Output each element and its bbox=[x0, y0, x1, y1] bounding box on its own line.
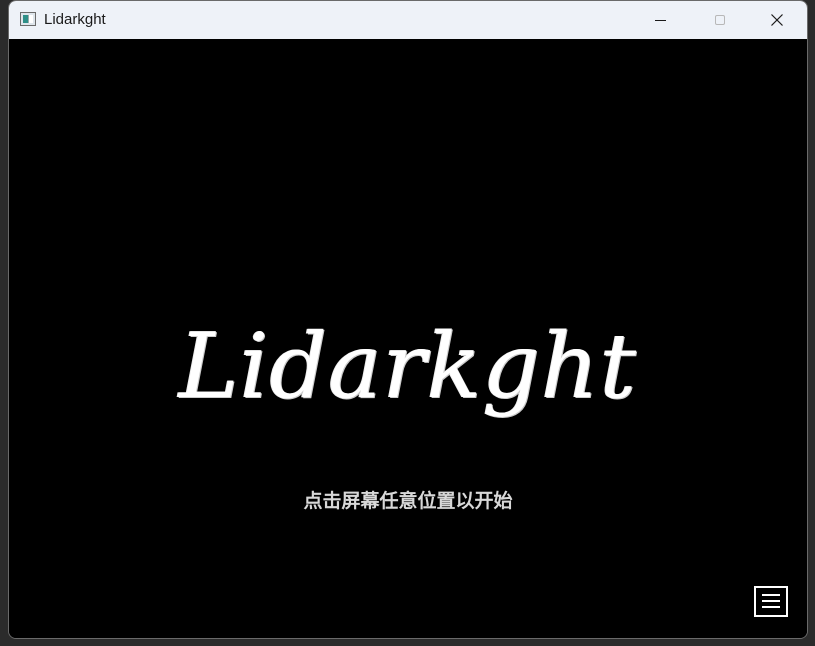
close-icon bbox=[771, 14, 783, 26]
hamburger-menu-icon-bar bbox=[762, 606, 780, 608]
title-bar[interactable]: Lidarkght bbox=[9, 1, 807, 39]
window-title: Lidarkght bbox=[44, 11, 106, 28]
maximize-button[interactable] bbox=[690, 1, 748, 39]
maximize-icon bbox=[715, 15, 725, 25]
minimize-button[interactable] bbox=[632, 1, 690, 39]
menu-button[interactable] bbox=[754, 586, 788, 617]
app-window-icon bbox=[20, 12, 36, 26]
game-title: Lidarkght bbox=[178, 314, 638, 419]
hamburger-menu-icon-bar bbox=[762, 600, 780, 602]
start-hint: 点击屏幕任意位置以开始 bbox=[303, 490, 513, 512]
close-button[interactable] bbox=[748, 1, 806, 39]
app-window: Lidarkght Lidarkght 点击屏幕任意位置以开始 bbox=[8, 0, 808, 639]
minimize-icon bbox=[655, 20, 666, 21]
hamburger-menu-icon bbox=[762, 594, 780, 596]
game-canvas[interactable]: Lidarkght 点击屏幕任意位置以开始 bbox=[9, 39, 807, 638]
